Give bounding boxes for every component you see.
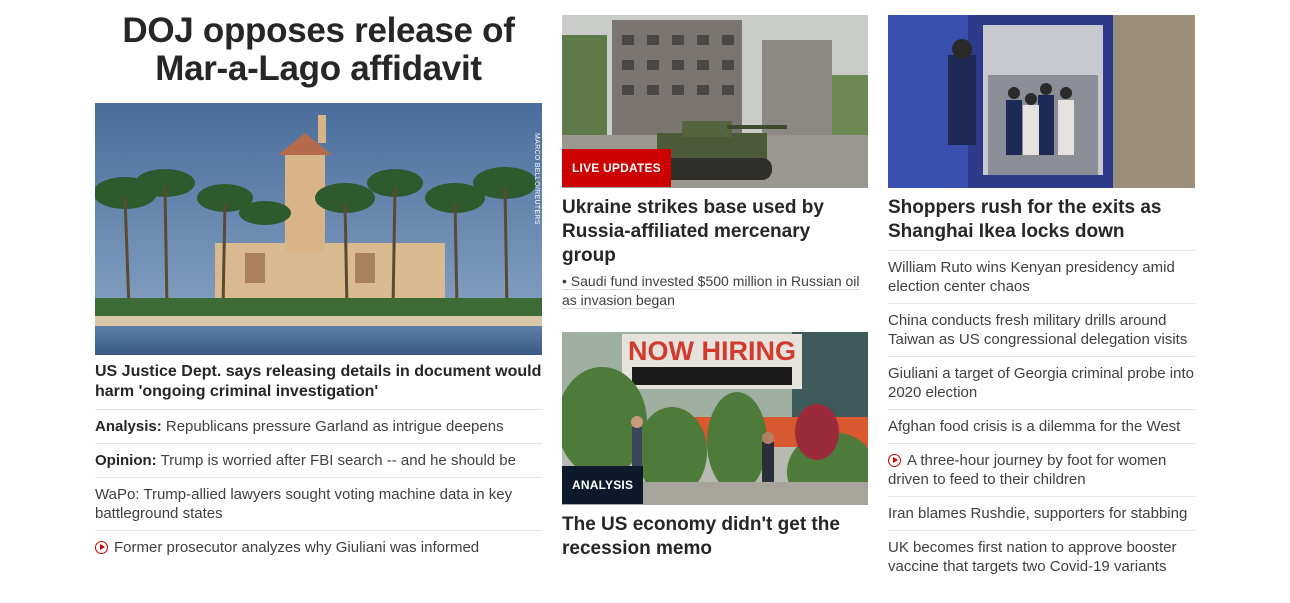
play-icon bbox=[95, 541, 108, 554]
link-text: A three-hour journey by foot for women d… bbox=[888, 452, 1167, 488]
link-text: Former prosecutor analyzes why Giuliani … bbox=[114, 539, 480, 556]
list-item[interactable]: Analysis: Republicans pressure Garland a… bbox=[95, 409, 542, 444]
mar-a-lago-photo[interactable]: MARCO BELLO/REUTERS bbox=[95, 103, 542, 355]
link-text: • Saudi fund invested $500 million in Ru… bbox=[562, 273, 860, 309]
list-item[interactable]: A three-hour journey by foot for women d… bbox=[888, 443, 1195, 497]
ukraine-card-title[interactable]: Ukraine strikes base used by Russia-affi… bbox=[562, 196, 868, 268]
sign-text: NOW HIRING bbox=[628, 336, 796, 366]
link-text: William Ruto wins Kenyan presidency amid… bbox=[888, 259, 1175, 295]
list-item[interactable]: Opinion: Trump is worried after FBI sear… bbox=[95, 443, 542, 478]
economy-card-title[interactable]: The US economy didn't get the recession … bbox=[562, 513, 868, 561]
link-text: China conducts fresh military drills aro… bbox=[888, 312, 1188, 348]
main-headline[interactable]: DOJ opposes release of Mar-a-Lago affida… bbox=[95, 12, 542, 88]
link-text: Iran blames Rushdie, supporters for stab… bbox=[888, 505, 1188, 522]
list-item[interactable]: UK becomes first nation to approve boost… bbox=[888, 530, 1195, 584]
play-icon bbox=[888, 454, 901, 467]
link-prefix: Analysis: bbox=[95, 418, 162, 435]
main-headline-line1[interactable]: DOJ opposes release of bbox=[95, 12, 542, 50]
link-text: WaPo: Trump-allied lawyers sought voting… bbox=[95, 486, 513, 522]
list-item[interactable]: Afghan food crisis is a dilemma for the … bbox=[888, 409, 1195, 444]
link-text: UK becomes first nation to approve boost… bbox=[888, 539, 1177, 575]
ukraine-related-link[interactable]: • Saudi fund invested $500 million in Ru… bbox=[562, 272, 868, 310]
photo-credit: MARCO BELLO/REUTERS bbox=[533, 133, 540, 225]
link-prefix: Opinion: bbox=[95, 452, 157, 469]
ikea-card-title[interactable]: Shoppers rush for the exits as Shanghai … bbox=[888, 196, 1195, 244]
link-text: Trump is worried after FBI search -- and… bbox=[160, 452, 516, 469]
list-item[interactable]: Giuliani a target of Georgia criminal pr… bbox=[888, 356, 1195, 410]
link-text: Republicans pressure Garland as intrigue… bbox=[165, 418, 504, 435]
link-text: Afghan food crisis is a dilemma for the … bbox=[888, 418, 1181, 435]
list-item[interactable]: Former prosecutor analyzes why Giuliani … bbox=[95, 530, 542, 565]
now-hiring-photo[interactable]: NOW HIRING ANALYSIS bbox=[562, 332, 868, 505]
link-text: Giuliani a target of Georgia criminal pr… bbox=[888, 365, 1194, 401]
doj-card-title[interactable]: US Justice Dept. says releasing details … bbox=[95, 362, 542, 402]
live-updates-badge: LIVE UPDATES bbox=[562, 149, 671, 187]
list-item[interactable]: William Ruto wins Kenyan presidency amid… bbox=[888, 250, 1195, 304]
analysis-badge: ANALYSIS bbox=[562, 466, 644, 504]
ikea-photo[interactable] bbox=[888, 15, 1195, 188]
main-headline-line2[interactable]: Mar-a-Lago affidavit bbox=[95, 50, 542, 88]
ukraine-photo[interactable]: LIVE UPDATES bbox=[562, 15, 868, 188]
list-item[interactable]: Iran blames Rushdie, supporters for stab… bbox=[888, 496, 1195, 531]
list-item[interactable]: China conducts fresh military drills aro… bbox=[888, 303, 1195, 357]
list-item[interactable]: WaPo: Trump-allied lawyers sought voting… bbox=[95, 477, 542, 531]
